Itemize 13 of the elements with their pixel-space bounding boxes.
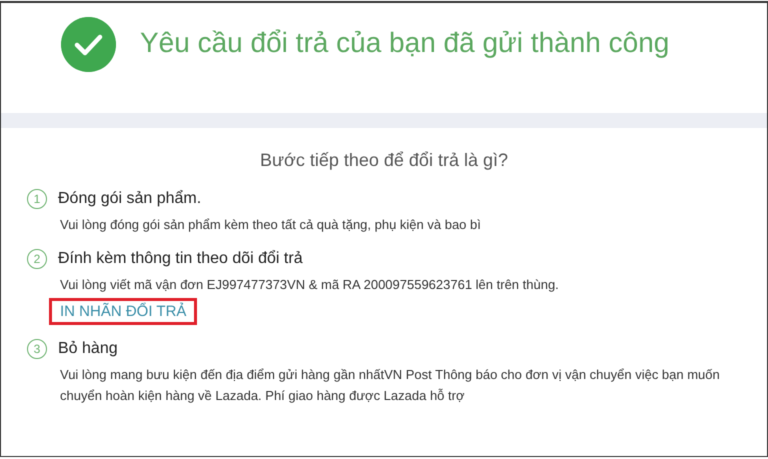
success-title: Yêu cầu đổi trả của bạn đã gửi thành công (140, 27, 670, 59)
success-check-icon (61, 17, 116, 72)
step-title: Đính kèm thông tin theo dõi đổi trả (58, 250, 303, 268)
print-label-link[interactable]: IN NHÃN ĐỔI TRẢ (49, 298, 198, 325)
section-heading: Bước tiếp theo để đổi trả là gì? (258, 150, 509, 171)
step-title: Bỏ hàng (58, 340, 118, 358)
step-number: 2 (27, 249, 47, 269)
step-description: Vui lòng đóng gói sản phẩm kèm theo tất cả quà tặng, phụ kiện và bao bì (60, 216, 482, 234)
step-number: 3 (27, 339, 47, 359)
step-description: Vui lòng mang bưu kiện đến địa điểm gửi hàng gần nhấtVN Post Thông báo cho đơn vị vận chuyển việc bạn muốn chuyển hoàn kiện hàng về Lazada. Phí giao hàng được Lazada hỗ trợ (60, 366, 721, 405)
step-description: Vui lòng viết mã vận đơn EJ997477373VN & mã RA 200097559623761 lên trên thùng. (60, 276, 560, 294)
step-number: 1 (27, 189, 47, 209)
step-title: Đóng gói sản phẩm. (58, 190, 202, 208)
